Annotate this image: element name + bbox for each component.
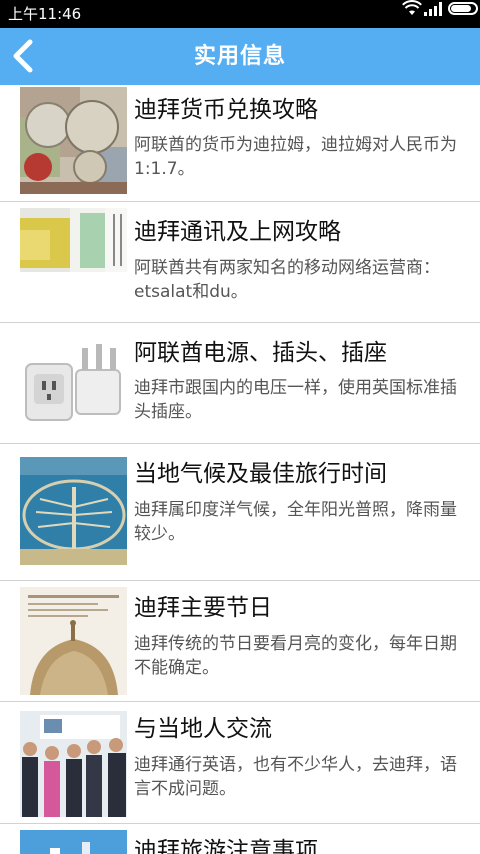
item-title: 迪拜通讯及上网攻略 [134, 219, 341, 245]
info-list: 迪拜货币兑换攻略 阿联酋的货币为迪拉姆，迪拉姆对人民币为1:1.7。 迪拜通讯及… [0, 85, 480, 854]
palm-island-image [20, 457, 127, 565]
item-description: 迪拜市跟国内的电压一样，使用英国标准插头插座。 [134, 378, 457, 422]
list-item-climate[interactable]: 当地气候及最佳旅行时间 迪拜属印度洋气候，全年阳光普照，降雨量较少。 [0, 444, 480, 581]
currency-coins-image [20, 87, 127, 194]
wifi-icon [402, 0, 422, 15]
mosque-dome-image [20, 587, 127, 695]
battery-icon [448, 2, 478, 15]
sim-card-image [20, 208, 127, 272]
app-header: 实用信息 [0, 28, 480, 85]
list-item-telecom[interactable]: 迪拜通讯及上网攻略 阿联酋共有两家知名的移动网络运营商：etsalat和du。 [0, 202, 480, 323]
item-description: 阿联酋的货币为迪拉姆，迪拉姆对人民币为1:1.7。 [134, 135, 457, 179]
item-title: 迪拜主要节日 [134, 595, 272, 621]
list-item-festivals[interactable]: 迪拜主要节日 迪拜传统的节日要看月亮的变化，每年日期不能确定。 [0, 581, 480, 702]
status-time: 上午11:46 [8, 5, 82, 23]
item-title: 当地气候及最佳旅行时间 [134, 461, 387, 487]
item-title: 与当地人交流 [134, 716, 272, 742]
item-description: 迪拜通行英语，也有不少华人，去迪拜，语言不成问题。 [134, 755, 457, 799]
status-bar: 上午11:46 [0, 0, 480, 28]
item-description: 迪拜属印度洋气候，全年阳光普照，降雨量较少。 [134, 500, 457, 544]
item-title: 迪拜旅游注意事项 [134, 838, 318, 854]
page-title: 实用信息 [193, 44, 286, 69]
item-description: 阿联酋共有两家知名的移动网络运营商：etsalat和du。 [134, 258, 440, 302]
power-adapter-image [20, 336, 127, 434]
list-item-currency[interactable]: 迪拜货币兑换攻略 阿联酋的货币为迪拉姆，迪拉姆对人民币为1:1.7。 [0, 85, 480, 202]
signal-icon [424, 2, 442, 16]
people-group-image [20, 711, 127, 817]
item-title: 迪拜货币兑换攻略 [134, 97, 318, 123]
list-item-communication[interactable]: 与当地人交流 迪拜通行英语，也有不少华人，去迪拜，语言不成问题。 [0, 702, 480, 824]
list-item-travel-tips[interactable]: 迪拜旅游注意事项 [0, 824, 480, 854]
list-item-power[interactable]: 阿联酋电源、插头、插座 迪拜市跟国内的电压一样，使用英国标准插头插座。 [0, 323, 480, 444]
city-sky-image [20, 830, 127, 854]
item-title: 阿联酋电源、插头、插座 [134, 340, 387, 366]
item-description: 迪拜传统的节日要看月亮的变化，每年日期不能确定。 [134, 634, 457, 678]
